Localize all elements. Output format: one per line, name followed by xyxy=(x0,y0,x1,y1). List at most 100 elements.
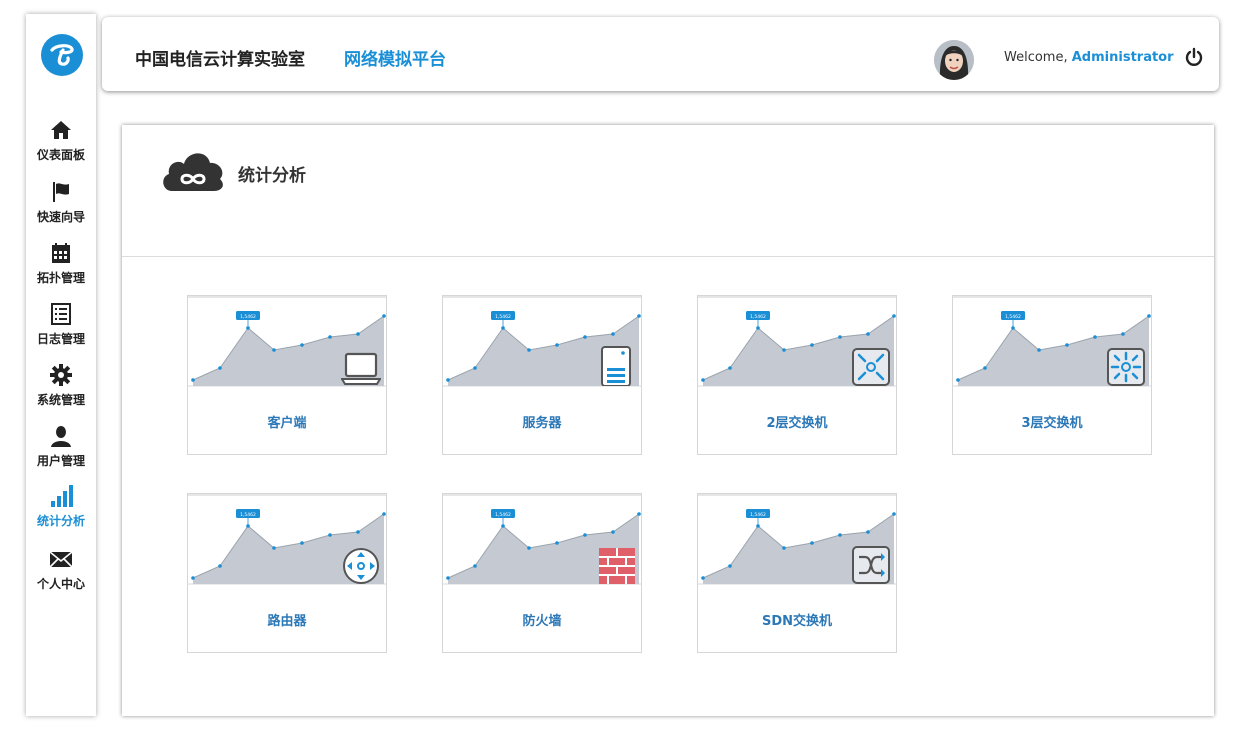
chart-point xyxy=(983,366,987,370)
chart-point xyxy=(328,533,332,537)
card-label: 防火墙 xyxy=(522,614,562,629)
main-panel: 统计分析 1,5462 客户端 1,5462 服务器 1,5462 2层交换机 … xyxy=(122,125,1214,716)
panel-header: 统计分析 xyxy=(122,125,1214,257)
chart-point xyxy=(892,512,896,516)
sidebar-item-label: 仪表面板 xyxy=(36,148,85,162)
chart-point xyxy=(866,530,870,534)
chart-point xyxy=(637,512,641,516)
chart-point xyxy=(838,533,842,537)
avatar[interactable] xyxy=(934,40,974,80)
sidebar-item-label: 日志管理 xyxy=(36,332,85,346)
card-label: 服务器 xyxy=(522,416,562,431)
firewall-icon xyxy=(599,548,635,584)
chart-point xyxy=(191,576,195,580)
stat-card-firewall[interactable]: 1,5462 防火墙 xyxy=(442,493,642,653)
chart-point xyxy=(356,530,360,534)
chart-point xyxy=(701,576,705,580)
stat-card-l2-switch[interactable]: 1,5462 2层交换机 xyxy=(697,295,897,455)
power-icon[interactable] xyxy=(1184,47,1204,67)
chart-point xyxy=(473,366,477,370)
chart-point xyxy=(300,343,304,347)
l3-switch-icon xyxy=(1107,348,1145,386)
chart-point xyxy=(555,541,559,545)
sdn-switch-icon xyxy=(852,546,890,584)
welcome-text: Welcome, xyxy=(1004,50,1068,65)
chart-point xyxy=(356,332,360,336)
chart-point xyxy=(956,378,960,382)
sidebar-item-users[interactable]: 用户管理 xyxy=(26,424,96,469)
chart-point xyxy=(300,541,304,545)
card-label: SDN交换机 xyxy=(761,614,833,629)
server-icon xyxy=(601,346,631,386)
sidebar-item-label: 系统管理 xyxy=(36,393,85,407)
sidebar-item-dashboard[interactable]: 仪表面板 xyxy=(26,118,96,163)
chart-badge-label: 1,5462 xyxy=(240,314,256,320)
chart-point xyxy=(1065,343,1069,347)
welcome-message: Welcome, Administrator xyxy=(1004,50,1174,65)
user-icon xyxy=(51,426,71,447)
card-label: 客户端 xyxy=(267,416,307,431)
chart-point xyxy=(838,335,842,339)
chart-point xyxy=(637,314,641,318)
stat-card-server[interactable]: 1,5462 服务器 xyxy=(442,295,642,455)
sidebar-item-topology[interactable]: 拓扑管理 xyxy=(26,241,96,286)
chart-point xyxy=(527,546,531,550)
list-icon xyxy=(51,303,71,325)
envelope-icon xyxy=(49,551,73,568)
org-title: 中国电信云计算实验室 xyxy=(135,50,305,70)
laptop-icon xyxy=(341,352,381,385)
sidebar-item-system[interactable]: 系统管理 xyxy=(26,363,96,408)
chart-point xyxy=(583,533,587,537)
flag-icon xyxy=(53,182,69,202)
chart-point xyxy=(611,332,615,336)
chart-point xyxy=(527,348,531,352)
chart-point xyxy=(892,314,896,318)
sidebar-item-label: 拓扑管理 xyxy=(36,271,85,285)
chart-point xyxy=(272,348,276,352)
avatar-image xyxy=(934,40,974,80)
chart-point xyxy=(446,576,450,580)
chart-point xyxy=(218,564,222,568)
platform-title: 网络模拟平台 xyxy=(344,50,446,70)
chart-point xyxy=(782,348,786,352)
sidebar-item-quick-guide[interactable]: 快速向导 xyxy=(26,180,96,225)
stat-card-router[interactable]: 1,5462 路由器 xyxy=(187,493,387,653)
telecom-logo[interactable] xyxy=(41,34,83,76)
sidebar-item-profile[interactable]: 个人中心 xyxy=(26,547,96,592)
chart-point xyxy=(555,343,559,347)
sidebar-item-label: 用户管理 xyxy=(36,454,85,468)
chart-point xyxy=(328,335,332,339)
chart-point xyxy=(611,530,615,534)
l2-switch-icon xyxy=(852,348,890,386)
chart-point xyxy=(1037,348,1041,352)
stat-card-sdn-switch[interactable]: 1,5462 SDN交换机 xyxy=(697,493,897,653)
sidebar: 仪表面板 快速向导 拓扑管理 日志管理 系统管理 用户管理 统计分析 个人中心 xyxy=(26,14,96,716)
page-title: 统计分析 xyxy=(238,166,306,186)
username-link[interactable]: Administrator xyxy=(1072,50,1174,65)
chart-badge-label: 1,5462 xyxy=(495,512,511,518)
chart-point xyxy=(701,378,705,382)
sidebar-item-logs[interactable]: 日志管理 xyxy=(26,302,96,347)
chart-point xyxy=(446,378,450,382)
home-icon xyxy=(51,121,71,139)
chart-point xyxy=(810,541,814,545)
chart-point xyxy=(728,564,732,568)
chart-point xyxy=(191,378,195,382)
sidebar-item-label: 个人中心 xyxy=(36,577,85,591)
chart-point xyxy=(866,332,870,336)
chart-badge-label: 1,5462 xyxy=(495,314,511,320)
stat-card-l3-switch[interactable]: 1,5462 3层交换机 xyxy=(952,295,1152,455)
chart-point xyxy=(782,546,786,550)
chart-badge-label: 1,5462 xyxy=(240,512,256,518)
chart-point xyxy=(272,546,276,550)
card-label: 3层交换机 xyxy=(1021,416,1083,431)
chart-badge-label: 1,5462 xyxy=(1005,314,1021,320)
top-header: 中国电信云计算实验室 网络模拟平台 Welcome, Administrator xyxy=(102,17,1219,91)
telecom-logo-icon xyxy=(50,44,74,66)
sidebar-item-label: 统计分析 xyxy=(36,514,85,528)
sidebar-item-statistics[interactable]: 统计分析 xyxy=(26,484,96,529)
card-label: 2层交换机 xyxy=(766,416,828,431)
signal-bars-icon xyxy=(51,485,73,507)
stat-card-client[interactable]: 1,5462 客户端 xyxy=(187,295,387,455)
chart-point xyxy=(473,564,477,568)
